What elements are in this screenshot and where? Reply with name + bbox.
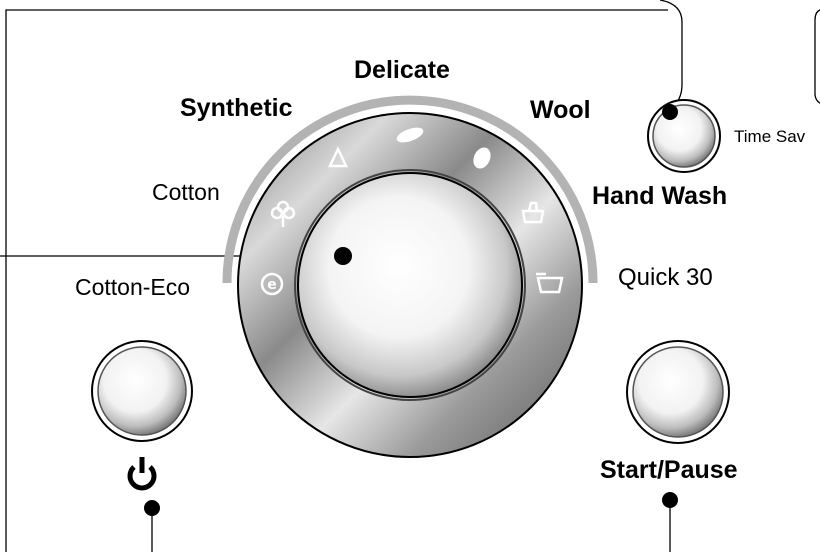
programme-label-hand-wash: Hand Wash bbox=[592, 182, 728, 210]
programme-label-synthetic: Synthetic bbox=[180, 94, 293, 122]
time-saver-leader-line bbox=[659, 0, 683, 111]
top-right-frame bbox=[814, 9, 820, 104]
power-callout-dot bbox=[144, 500, 160, 516]
programme-label-wool: Wool bbox=[530, 96, 591, 124]
programme-label-cotton: Cotton bbox=[152, 179, 220, 205]
time-saver-button[interactable] bbox=[648, 100, 720, 172]
washing-machine-control-panel: e Cotton-Eco Cotton Synthetic Delicate W… bbox=[0, 0, 820, 552]
time-saver-label: Time Sav bbox=[734, 127, 806, 146]
svg-text:e: e bbox=[267, 277, 277, 293]
power-icon bbox=[127, 457, 157, 491]
start-pause-label: Start/Pause bbox=[600, 456, 738, 484]
programme-selector-dial[interactable] bbox=[297, 172, 523, 398]
programme-label-delicate: Delicate bbox=[354, 56, 450, 84]
start-pause-button[interactable] bbox=[626, 340, 730, 444]
programme-label-cotton-eco: Cotton-Eco bbox=[75, 274, 191, 300]
programme-label-quick-30: Quick 30 bbox=[618, 264, 713, 291]
power-button[interactable] bbox=[91, 340, 193, 442]
start-callout-dot bbox=[662, 492, 678, 508]
